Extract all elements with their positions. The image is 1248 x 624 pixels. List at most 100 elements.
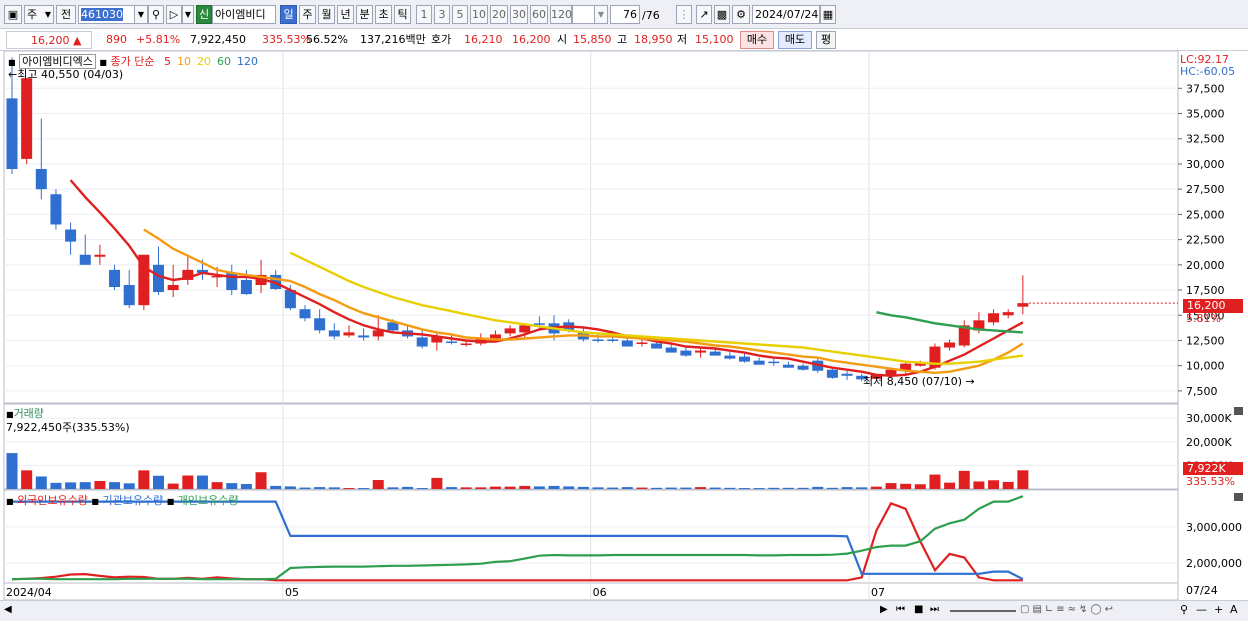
scroll-bar[interactable]: ◀ ▶ ⏮ ■ ⏭ ▢▤∟≡≈↯◯↩ ⚲ — + A [0, 600, 1248, 621]
minute-step-button[interactable]: 20 [490, 5, 508, 24]
plus-icon[interactable]: + [1214, 603, 1223, 616]
price-value: 16,200 [31, 34, 70, 47]
prev-button[interactable]: 전 [56, 5, 76, 24]
low-marker-text: 최저 8,450 (07/10) [863, 375, 963, 388]
interval-tab[interactable]: 년 [337, 5, 354, 24]
chart-menu-icon[interactable]: ▣ [4, 5, 22, 24]
candle-body [446, 341, 457, 343]
panel-close-icon [1234, 493, 1243, 501]
drawing-tools[interactable]: ▢▤∟≡≈↯◯↩ [1020, 604, 1116, 615]
stock-code-input[interactable]: 461030 [78, 5, 136, 24]
volume-bar [944, 482, 956, 489]
scroll-right-icon[interactable]: ▶ [880, 604, 888, 615]
calendar-icon[interactable]: ▦ [820, 5, 836, 24]
bid-ask-label: 호가 [431, 33, 452, 46]
chart-area: 2024/04 05 06 07 37,500 35,000 32,500 30,000 27,… [0, 50, 1248, 621]
volume-bar [973, 481, 985, 489]
volume-bar [489, 486, 501, 489]
minute-step-button[interactable]: 10 [470, 5, 488, 24]
candle-body [21, 78, 33, 159]
volume-bar [988, 480, 1000, 489]
candle-body [592, 339, 604, 341]
fast-forward-icon[interactable]: ⏭ [930, 604, 939, 615]
high-value: 18,950 [634, 33, 673, 46]
buy-button[interactable]: 매수 [740, 31, 774, 49]
period-type-select[interactable]: 주 ▼ [24, 5, 54, 24]
save-icon[interactable]: ▩ [714, 5, 730, 24]
sell-button[interactable]: 매도 [778, 31, 812, 49]
price-tick-label: 20,000 [1186, 259, 1225, 272]
volume-bar [109, 482, 121, 489]
low-marker-label: 최저 8,450 (07/10) → [863, 373, 975, 389]
candle-body [988, 313, 1000, 323]
interval-tab[interactable]: 월 [318, 5, 335, 24]
volume-bar [841, 487, 853, 489]
rewind-icon[interactable]: ⏮ [896, 604, 905, 615]
volume-bar [358, 488, 370, 490]
date-input[interactable]: 2024/07/24 [752, 5, 820, 24]
zoom-slider[interactable] [950, 610, 1016, 612]
chart-svg[interactable]: 2024/04 05 06 07 37,500 35,000 32,500 30,000 27,… [0, 50, 1248, 621]
minute-step-button[interactable]: 5 [452, 5, 468, 24]
volume-ratio: 335.53% [262, 33, 311, 46]
price-tick-label: 10,000 [1186, 360, 1225, 373]
volume-bar [94, 480, 106, 489]
interval-tab[interactable]: 초 [375, 5, 392, 24]
interval-tab[interactable]: 주 [299, 5, 316, 24]
candle-body [460, 343, 472, 346]
interval-tab[interactable]: 틱 [394, 5, 411, 24]
link-icon[interactable]: ⋮ [676, 5, 692, 24]
volume-bar [446, 487, 457, 489]
search-icon[interactable]: ⚲ [148, 5, 164, 24]
scroll-left-icon[interactable]: ◀ [4, 604, 12, 615]
volume-bar [519, 485, 531, 489]
change-pct: +5.81% [136, 33, 181, 46]
avg-button[interactable]: 평 [816, 31, 836, 49]
ma-legend-item: 60 [216, 55, 231, 68]
zoom-out-icon[interactable]: ⚲ [1180, 603, 1188, 616]
count-dropdown-icon[interactable]: ▼ [594, 5, 608, 24]
volume-value: 7,922,450 [190, 33, 246, 46]
minute-step-button[interactable]: 60 [530, 5, 548, 24]
change-value: 890 [106, 33, 127, 46]
holdings-tick-label: 2,000,000 [1186, 557, 1242, 570]
ma-legend-item: 120 [236, 55, 258, 68]
credit-badge: 신 [196, 5, 212, 24]
code-dropdown-icon[interactable]: ▼ [134, 5, 148, 24]
arrow-tool-icon[interactable]: ↗ [696, 5, 712, 24]
volume-bar [1002, 481, 1014, 489]
speaker-dropdown-icon[interactable]: ▼ [182, 5, 194, 24]
volume-bar [299, 487, 311, 489]
candle-body [50, 194, 62, 225]
volume-bar [372, 480, 384, 489]
candle-body [240, 279, 252, 295]
candle-body [328, 330, 340, 337]
price-tick-label: 7,500 [1186, 385, 1218, 398]
minute-step-button[interactable]: 1 [416, 5, 432, 24]
volume-bar [695, 487, 707, 489]
minute-step-button[interactable]: 30 [510, 5, 528, 24]
interval-tab[interactable]: 일 [280, 5, 297, 24]
count-input[interactable]: 76 [610, 5, 640, 24]
stop-icon[interactable]: ■ [914, 604, 923, 615]
candle-body [504, 328, 516, 334]
volume-value-label: 7,922,450주(335.53%) [6, 421, 130, 434]
candle-body [695, 350, 707, 353]
volume-tick-label: 30,000K [1186, 412, 1232, 425]
volume-bar [856, 487, 868, 489]
gear-icon[interactable]: ⚙ [732, 5, 750, 24]
speaker-icon[interactable]: ▷ [166, 5, 182, 24]
candle-body [768, 361, 780, 364]
volume-bar [270, 485, 282, 489]
candle-body [826, 369, 838, 378]
candle-body [651, 343, 663, 349]
interval-tab[interactable]: 분 [356, 5, 373, 24]
minus-icon[interactable]: — [1196, 603, 1207, 616]
minute-step-button[interactable]: 3 [434, 5, 450, 24]
candle-body [94, 254, 106, 257]
volume-bar [475, 487, 487, 489]
down-arrow-icon: ← [8, 68, 18, 81]
font-size-icon[interactable]: A [1230, 603, 1238, 616]
minute-step-button[interactable]: 120 [550, 5, 572, 24]
volume-bar [533, 486, 545, 489]
